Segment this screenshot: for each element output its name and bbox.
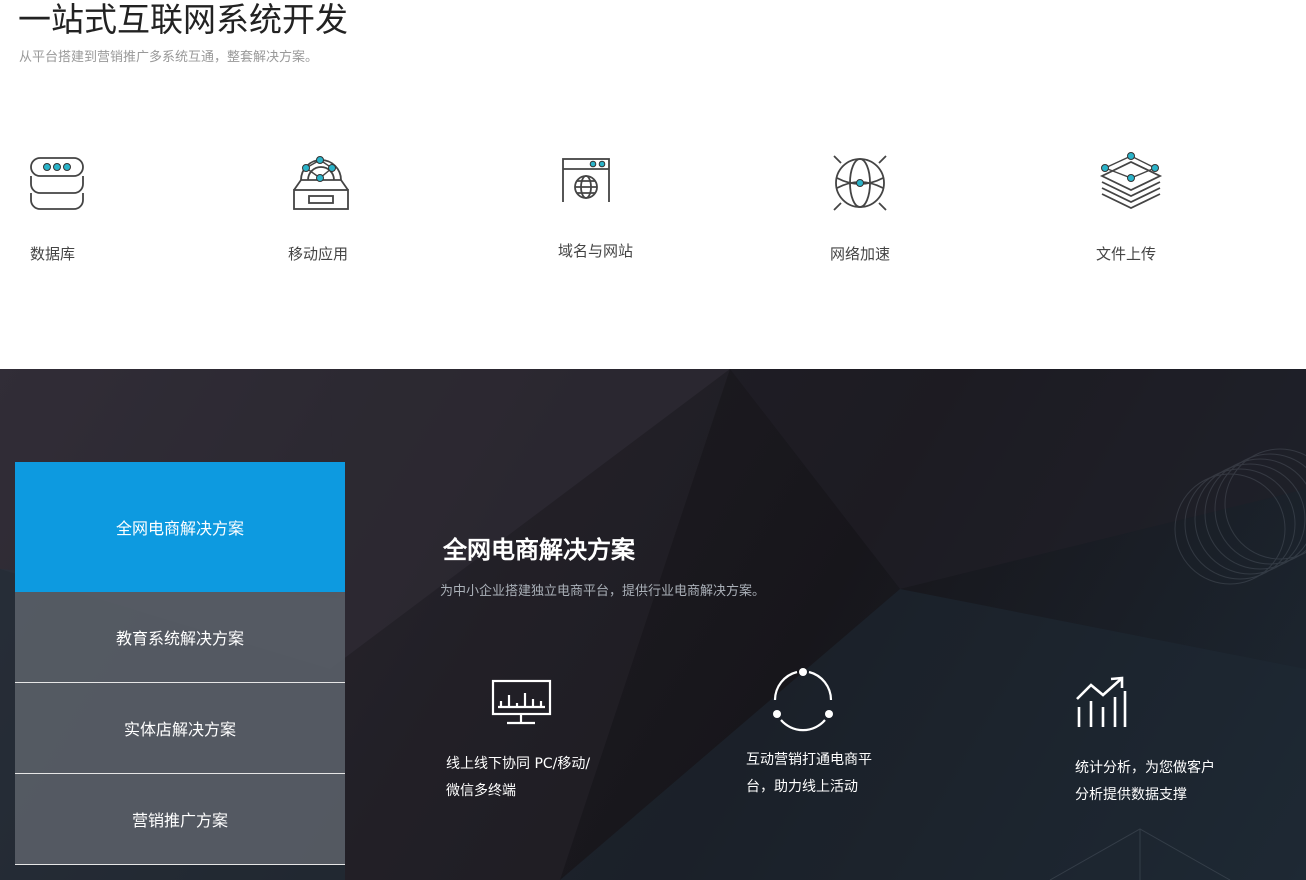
tab-marketing-solution[interactable]: 营销推广方案 bbox=[15, 774, 345, 865]
services-section: 一站式互联网系统开发 从平台搭建到营销推广多系统互通，整套解决方案。 数据库 移… bbox=[0, 0, 1306, 369]
page-title: 一站式互联网系统开发 bbox=[18, 0, 348, 39]
service-label: 移动应用 bbox=[288, 245, 349, 263]
cycle-dots-icon bbox=[773, 668, 833, 732]
mobile-app-icon bbox=[293, 156, 349, 210]
feature-text-line2: 台，助力线上活动 bbox=[746, 779, 858, 795]
layers-upload-icon bbox=[1099, 152, 1163, 209]
service-database[interactable]: 数据库 bbox=[28, 150, 168, 263]
globe-acceleration-icon bbox=[833, 155, 887, 211]
service-mobile-app[interactable]: 移动应用 bbox=[288, 150, 432, 263]
solutions-section: 全网电商解决方案 教育系统解决方案 实体店解决方案 营销推广方案 全网电商解决方… bbox=[0, 369, 1306, 880]
page-subtitle: 从平台搭建到营销推广多系统互通，整套解决方案。 bbox=[19, 50, 319, 65]
service-label: 网络加速 bbox=[830, 245, 891, 263]
service-file-upload[interactable]: 文件上传 bbox=[1096, 150, 1239, 263]
feature-text-line1: 统计分析，为您做客户 bbox=[1075, 760, 1215, 776]
feature-interactive-marketing: 互动营销打通电商平 台，助力线上活动 bbox=[746, 668, 872, 801]
monitor-chart-icon bbox=[491, 679, 552, 725]
feature-multi-terminal: 线上线下协同 PC/移动/ 微信多终端 bbox=[446, 679, 590, 805]
domain-website-icon bbox=[562, 158, 610, 202]
feature-text-line1: 互动营销打通电商平 bbox=[746, 752, 872, 768]
tab-label: 实体店解决方案 bbox=[123, 720, 236, 739]
database-icon bbox=[30, 157, 84, 210]
panel-title: 全网电商解决方案 bbox=[443, 536, 635, 564]
growth-chart-icon bbox=[1076, 676, 1127, 727]
tab-education-solution[interactable]: 教育系统解决方案 bbox=[15, 592, 345, 683]
tab-label: 全网电商解决方案 bbox=[115, 519, 244, 538]
tab-ecommerce-solution[interactable]: 全网电商解决方案 bbox=[15, 462, 345, 592]
feature-text-line2: 分析提供数据支撑 bbox=[1075, 787, 1187, 803]
solutions-tabs: 全网电商解决方案 教育系统解决方案 实体店解决方案 营销推广方案 bbox=[15, 462, 345, 865]
service-label: 数据库 bbox=[30, 245, 76, 263]
service-domain-website[interactable]: 域名与网站 bbox=[558, 150, 701, 260]
feature-text-line2: 微信多终端 bbox=[446, 783, 516, 799]
service-label: 域名与网站 bbox=[558, 242, 634, 260]
service-label: 文件上传 bbox=[1096, 245, 1157, 263]
tab-label: 营销推广方案 bbox=[131, 811, 228, 830]
tab-store-solution[interactable]: 实体店解决方案 bbox=[15, 683, 345, 774]
feature-statistics: 统计分析，为您做客户 分析提供数据支撑 bbox=[1075, 675, 1215, 809]
panel-subtitle: 为中小企业搭建独立电商平台，提供行业电商解决方案。 bbox=[440, 584, 766, 599]
tab-label: 教育系统解决方案 bbox=[115, 629, 244, 648]
service-network-acceleration[interactable]: 网络加速 bbox=[830, 150, 972, 263]
feature-text-line1: 线上线下协同 PC/移动/ bbox=[446, 756, 591, 772]
